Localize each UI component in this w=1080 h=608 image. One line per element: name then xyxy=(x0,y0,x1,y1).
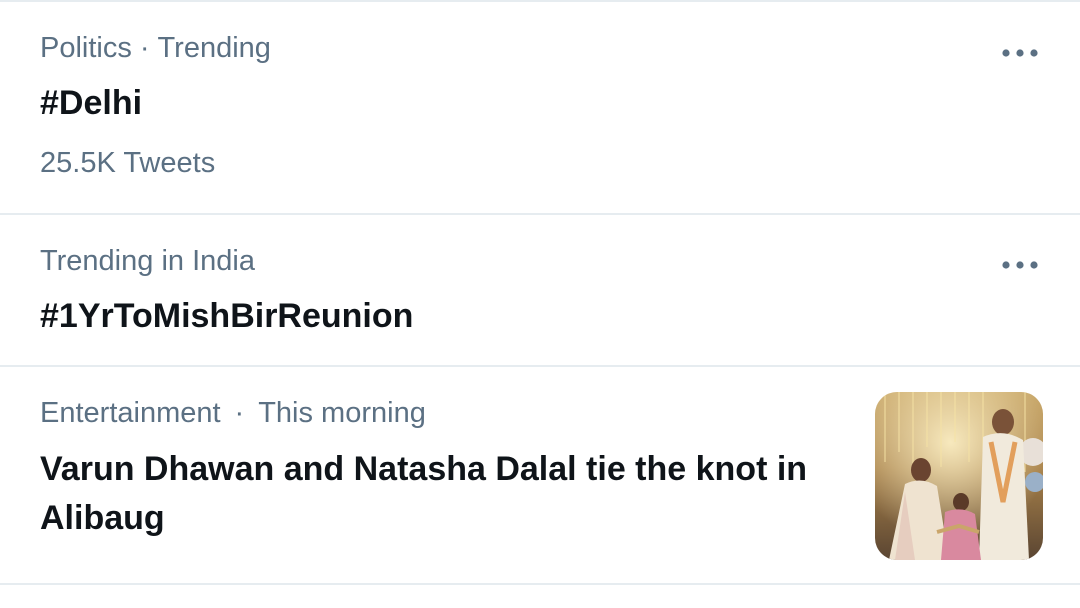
trend-item-delhi[interactable]: Politics · Trending #Delhi 25.5K Tweets xyxy=(0,2,1080,214)
news-time: This morning xyxy=(258,397,426,429)
meta-separator: · xyxy=(234,397,245,429)
news-thumbnail[interactable] xyxy=(875,392,1043,560)
more-dots-icon xyxy=(1002,49,1038,57)
more-options-button[interactable] xyxy=(990,38,1050,68)
more-options-button[interactable] xyxy=(990,250,1050,280)
trend-context: Trending xyxy=(157,32,271,64)
trend-item-mishbir[interactable]: Trending in India #1YrToMishBirReunion xyxy=(0,215,1080,365)
meta-separator: · xyxy=(139,32,150,64)
trend-category: Politics xyxy=(40,32,132,64)
wedding-photo-image xyxy=(875,392,1043,560)
trend-title: #1YrToMishBirReunion xyxy=(40,297,414,335)
trend-meta: Politics · Trending xyxy=(40,32,271,65)
trend-meta: Trending in India xyxy=(40,245,255,277)
news-category: Entertainment xyxy=(40,397,221,429)
divider-bottom xyxy=(0,583,1080,585)
news-headline: Varun Dhawan and Natasha Dalal tie the k… xyxy=(40,450,808,537)
tweet-count: 25.5K Tweets xyxy=(40,147,216,179)
more-dots-icon xyxy=(1002,261,1038,269)
trend-title: #Delhi xyxy=(40,84,143,122)
news-meta: Entertainment · This morning xyxy=(40,397,426,430)
